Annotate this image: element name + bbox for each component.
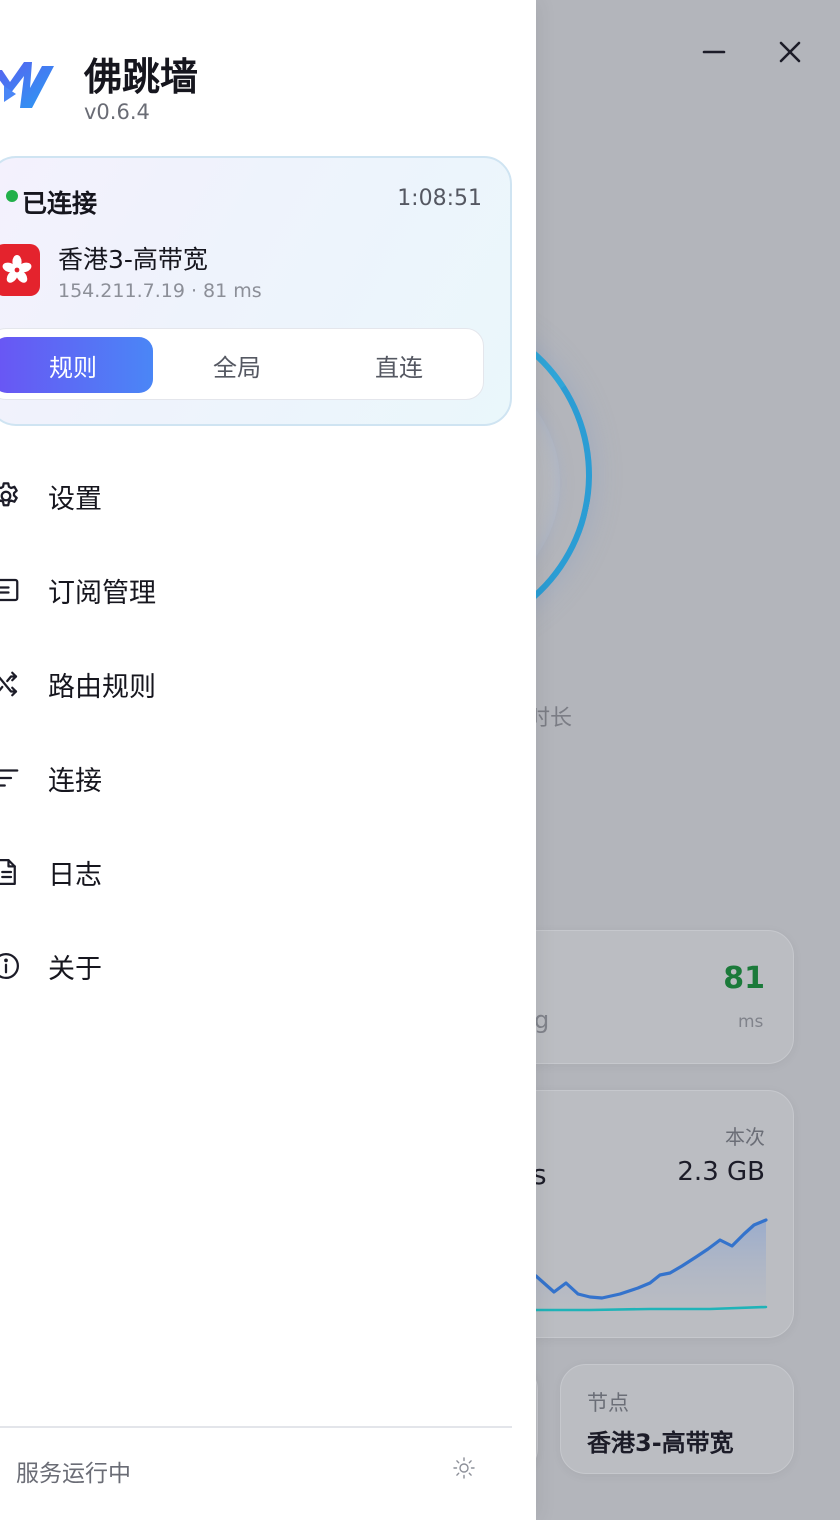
gear-icon [0,478,24,514]
nav-label-settings: 设置 [48,483,102,515]
latency-label: g [534,1006,550,1034]
sun-icon [453,1457,475,1479]
app-title: 佛跳墙 [84,55,199,99]
close-icon [779,41,801,63]
mode-direct-button[interactable]: 直连 [319,337,479,393]
connection-status: 已连接 [22,189,98,218]
side-drawer: 佛跳墙 v0.6.4 已连接 1:08:51 香港3-高带宽 154.211.7… [0,0,536,1520]
node-card-value: 香港3-高带宽 [587,1429,734,1457]
minimize-icon [702,50,726,54]
node-card: 节点 香港3-高带宽 [560,1364,794,1474]
close-button[interactable] [772,34,808,70]
nav-label-subscriptions: 订阅管理 [48,577,156,609]
status-indicator [6,190,18,202]
connection-elapsed-time: 1:08:51 [397,186,482,211]
service-status: 服务运行中 [16,1461,131,1487]
app-version: v0.6.4 [84,100,150,124]
nav-item-subscriptions[interactable]: 订阅管理 [0,558,508,622]
latency-unit: ms [738,1012,764,1032]
nav-label-routing-rules: 路由规则 [48,671,156,703]
nav-label-logs: 日志 [48,859,102,891]
connections-list-icon [0,760,24,796]
mode-global-button[interactable]: 全局 [157,337,317,393]
route-shuffle-icon [0,666,24,702]
nav-label-connections: 连接 [48,765,102,797]
nav-item-settings[interactable]: 设置 [0,464,508,528]
mode-rule-button[interactable]: 规则 [0,337,153,393]
nav-item-connections[interactable]: 连接 [0,746,508,810]
footer-divider [0,1426,512,1428]
hong-kong-flag-icon [0,244,40,296]
traffic-session-value: 2.3 GB [677,1157,765,1187]
nav-item-logs[interactable]: 日志 [0,840,508,904]
current-node-meta: 154.211.7.19 · 81 ms [58,280,262,302]
info-icon [0,948,24,984]
app-logo-icon [0,62,54,108]
node-card-label: 节点 [587,1391,629,1415]
minimize-button[interactable] [696,34,732,70]
nav-label-about: 关于 [48,953,102,985]
latency-value: 81 [723,961,765,996]
theme-toggle-button[interactable] [450,1454,478,1482]
traffic-session-label: 本次 [725,1125,765,1149]
proxy-mode-switch: 规则 全局 直连 [0,328,484,400]
subscription-icon [0,572,24,608]
nav-item-about[interactable]: 关于 [0,934,508,998]
log-document-icon [0,854,24,890]
nav-item-routing-rules[interactable]: 路由规则 [0,652,508,716]
current-node-name[interactable]: 香港3-高带宽 [58,240,208,276]
